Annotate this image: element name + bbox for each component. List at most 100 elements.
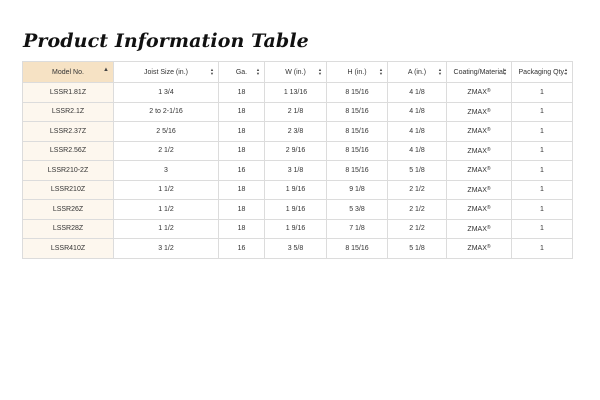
registered-mark: ®: [486, 146, 491, 153]
column-header-label: Coating/Material: [453, 68, 505, 76]
a-cell: 5 1/8: [387, 238, 447, 259]
registered-mark: ®: [486, 88, 491, 95]
column-header[interactable]: H (in.) ▲ ▼: [326, 61, 388, 83]
packaging-qty-cell: 1: [511, 238, 573, 259]
sort-icon[interactable]: ▲ ▼: [438, 68, 442, 76]
packaging-qty-cell-value: 1: [540, 244, 544, 252]
table-row: LSSR26Z 1 1/2 18 1 9/16 5 3/8 2 1/2 ZMAX® 1: [22, 199, 573, 220]
table-body: LSSR1.81Z 1 3/4 18 1 13/16 8 15/16 4 1/8 ZMAX®…: [22, 82, 573, 259]
packaging-qty-cell: 1: [511, 160, 573, 181]
width-cell-value: 2 3/8: [287, 127, 304, 135]
table-row: LSSR210Z 1 1/2 18 1 9/16 9 1/8 2 1/2 ZMAX® 1: [22, 179, 573, 200]
coating-cell: ZMAX®: [446, 218, 512, 239]
sort-icon[interactable]: ▲ ▼: [564, 68, 568, 76]
a-cell-value: 2 1/2: [409, 186, 425, 194]
gauge-cell-value: 18: [237, 225, 246, 233]
width-cell: 1 9/16: [264, 218, 327, 239]
column-header[interactable]: W (in.) ▲ ▼: [264, 61, 327, 83]
packaging-qty-cell: 1: [511, 179, 573, 200]
height-cell: 8 15/16: [326, 238, 388, 259]
column-header-label: H (in.): [347, 68, 367, 76]
column-header-label: Model No.: [52, 68, 84, 76]
column-header[interactable]: Joist Size (in.) ▲ ▼: [113, 61, 219, 83]
joist-size-cell-value: 2 to 2-1/16: [149, 108, 183, 116]
sort-icon[interactable]: ▲ ▼: [318, 68, 322, 76]
height-cell-value: 7 1/8: [349, 225, 365, 233]
column-header[interactable]: Model No. ▲: [22, 61, 114, 83]
table-row: LSSR28Z 1 1/2 18 1 9/16 7 1/8 2 1/2 ZMAX® 1: [22, 218, 573, 239]
a-cell-value: 4 1/8: [409, 108, 425, 116]
sort-icon[interactable]: ▲ ▼: [210, 68, 214, 76]
coating-cell-value: ZMAX: [467, 245, 487, 253]
height-cell: 5 3/8: [326, 199, 388, 220]
registered-mark: ®: [486, 127, 491, 134]
packaging-qty-cell: 1: [511, 199, 573, 220]
gauge-cell: 18: [218, 199, 265, 220]
sort-icon[interactable]: ▲ ▼: [503, 68, 507, 76]
a-cell: 5 1/8: [387, 160, 447, 181]
sort-ascending-icon[interactable]: ▲: [103, 67, 109, 74]
table-row: LSSR2.1Z 2 to 2-1/16 18 2 1/8 8 15/16 4 1/8 ZM…: [22, 101, 573, 122]
sort-icon[interactable]: ▲ ▼: [379, 68, 383, 76]
coating-cell: ZMAX®: [446, 140, 512, 161]
model-cell: LSSR1.81Z: [22, 82, 114, 103]
packaging-qty-cell-value: 1: [540, 225, 544, 233]
column-header-label: W (in.): [285, 68, 306, 76]
model-cell: LSSR28Z: [22, 218, 114, 239]
packaging-qty-cell: 1: [511, 82, 573, 103]
registered-mark: ®: [486, 107, 491, 114]
column-header[interactable]: Coating/Material ▲ ▼: [446, 61, 512, 83]
joist-size-cell-value: 2 1/2: [158, 147, 174, 155]
gauge-cell-value: 18: [237, 88, 246, 96]
joist-size-cell: 1 1/2: [113, 199, 219, 220]
width-cell-value: 1 13/16: [283, 88, 308, 96]
gauge-cell: 18: [218, 179, 265, 200]
product-table: Model No. ▲ Joist Size (in.) ▲ ▼ Ga. ▲ ▼ W (in.)…: [22, 61, 573, 259]
gauge-cell: 18: [218, 101, 265, 122]
height-cell: 8 15/16: [326, 101, 388, 122]
height-cell: 8 15/16: [326, 82, 388, 103]
height-cell-value: 8 15/16: [345, 88, 369, 96]
column-header[interactable]: Ga. ▲ ▼: [218, 61, 265, 83]
packaging-qty-cell: 1: [511, 140, 573, 161]
gauge-cell-value: 18: [237, 127, 246, 135]
width-cell: 2 3/8: [264, 121, 327, 142]
sort-icon[interactable]: ▲ ▼: [256, 68, 260, 76]
column-header-label: Ga.: [235, 68, 248, 76]
a-cell-value: 5 1/8: [409, 244, 425, 252]
width-cell: 2 9/16: [264, 140, 327, 161]
width-cell-value: 2 9/16: [285, 147, 306, 155]
table-row: LSSR2.37Z 2 5/16 18 2 3/8 8 15/16 4 1/8 ZMAX® 1: [22, 121, 573, 142]
a-cell: 2 1/2: [387, 179, 447, 200]
width-cell: 1 9/16: [264, 179, 327, 200]
width-cell-value: 1 9/16: [285, 186, 306, 194]
width-cell: 1 13/16: [264, 82, 327, 103]
width-cell: 3 1/8: [264, 160, 327, 181]
column-header[interactable]: A (in.) ▲ ▼: [387, 61, 447, 83]
model-cell-value: LSSR210Z: [50, 186, 86, 194]
coating-cell-value: ZMAX: [467, 108, 487, 116]
a-cell: 2 1/2: [387, 199, 447, 220]
registered-mark: ®: [486, 244, 491, 251]
column-header-label: A (in.): [407, 68, 427, 76]
coating-cell: ZMAX®: [446, 82, 512, 103]
height-cell-value: 8 15/16: [345, 166, 369, 174]
model-cell: LSSR2.37Z: [22, 121, 114, 142]
height-cell-value: 5 3/8: [349, 205, 365, 213]
joist-size-cell: 3: [113, 160, 219, 181]
width-cell: 1 9/16: [264, 199, 327, 220]
coating-cell: ZMAX®: [446, 238, 512, 259]
joist-size-cell-value: 3 1/2: [158, 244, 174, 252]
gauge-cell: 18: [218, 140, 265, 161]
column-header[interactable]: Packaging Qty. ▲ ▼: [511, 61, 573, 83]
joist-size-cell: 2 5/16: [113, 121, 219, 142]
coating-cell: ZMAX®: [446, 179, 512, 200]
packaging-qty-cell: 1: [511, 121, 573, 142]
table-row: LSSR2.56Z 2 1/2 18 2 9/16 8 15/16 4 1/8 ZMAX® 1: [22, 140, 573, 161]
joist-size-cell: 3 1/2: [113, 238, 219, 259]
model-cell: LSSR26Z: [22, 199, 114, 220]
table-row: LSSR410Z 3 1/2 16 3 5/8 8 15/16 5 1/8 ZMAX® 1: [22, 238, 573, 259]
joist-size-cell: 1 3/4: [113, 82, 219, 103]
width-cell-value: 3 1/8: [287, 166, 304, 174]
joist-size-cell: 1 1/2: [113, 218, 219, 239]
